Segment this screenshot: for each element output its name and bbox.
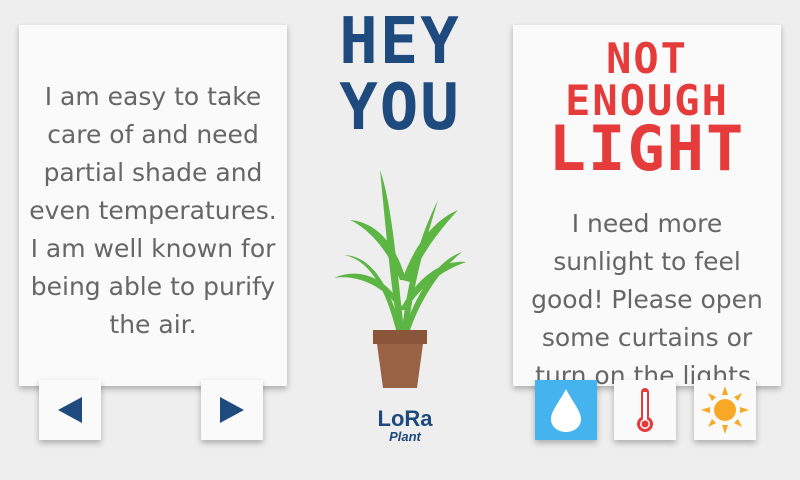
right-triangle-icon [220, 397, 244, 423]
light-status-button[interactable] [694, 380, 756, 440]
logo-sub-text: Plant [389, 429, 421, 444]
status-headline-line-1: NOT ENOUGH [565, 34, 729, 125]
previous-button[interactable] [39, 380, 101, 440]
next-button[interactable] [201, 380, 263, 440]
status-headline-line-2: LIGHT [548, 112, 746, 185]
greeting-line-1: HEY [339, 5, 461, 79]
greeting-line-2: YOU [339, 71, 461, 145]
status-message-text: I need more sunlight to feel good! Pleas… [531, 209, 763, 390]
plant-info-card: I am easy to take care of and need parti… [19, 25, 287, 386]
potted-plant-icon [334, 170, 466, 388]
temperature-status-button[interactable] [614, 380, 676, 440]
lora-plant-logo: LoRa Plant [365, 408, 445, 444]
water-drop-icon [551, 389, 581, 432]
thermometer-icon [637, 388, 653, 432]
water-status-button[interactable] [535, 380, 597, 440]
logo-main-text: LoRa [377, 406, 433, 431]
left-triangle-icon [58, 397, 82, 423]
sun-icon [701, 386, 749, 434]
plant-info-text: I am easy to take care of and need parti… [29, 82, 277, 339]
